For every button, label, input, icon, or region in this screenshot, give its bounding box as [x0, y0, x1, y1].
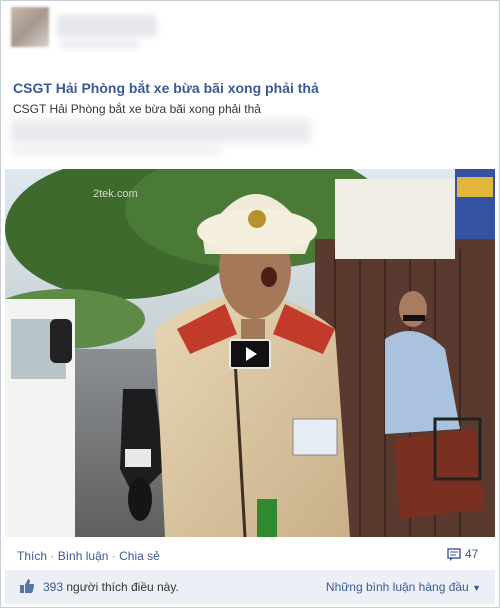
post-title[interactable]: CSGT Hải Phòng bắt xe bừa bãi xong phải …	[13, 80, 319, 96]
share-link[interactable]: Chia sẻ	[119, 549, 160, 563]
comment-count-value: 47	[465, 547, 479, 561]
separator: ·	[50, 549, 55, 563]
thumbs-up-icon	[20, 579, 35, 593]
avatar[interactable]	[11, 7, 49, 47]
comment-bubble-icon	[447, 547, 461, 561]
comment-sort-label: Những bình luận hàng đầu	[325, 580, 469, 594]
play-button[interactable]	[229, 339, 271, 369]
separator: ·	[111, 549, 116, 563]
like-link[interactable]: Thích	[17, 549, 47, 563]
comment-count[interactable]: 47	[447, 547, 478, 561]
likes-count[interactable]: 393	[43, 580, 63, 594]
likes-summary: 393 người thích điều này.	[43, 580, 179, 594]
likes-row: 393 người thích điều này. Những bình luậ…	[5, 570, 495, 604]
blurred-link-text	[11, 119, 311, 143]
blurred-post-meta	[59, 39, 139, 49]
post-action-bar: Thích · Bình luận · Chia sẻ	[17, 549, 160, 563]
blurred-link-url	[11, 145, 221, 155]
chevron-down-icon: ▼	[472, 583, 481, 593]
post-subtitle: CSGT Hải Phòng bắt xe bừa bãi xong phải …	[13, 102, 261, 116]
video-watermark: 2tek.com	[93, 188, 138, 200]
comment-link[interactable]: Bình luận	[58, 549, 109, 563]
post-card: CSGT Hải Phòng bắt xe bừa bãi xong phải …	[0, 0, 500, 608]
video-player[interactable]: 2tek.com	[5, 169, 495, 537]
blurred-author-name[interactable]	[57, 15, 157, 37]
comment-sort-dropdown[interactable]: Những bình luận hàng đầu ▼	[326, 580, 481, 594]
likes-label: người thích điều này.	[66, 580, 179, 594]
play-icon	[246, 347, 257, 361]
